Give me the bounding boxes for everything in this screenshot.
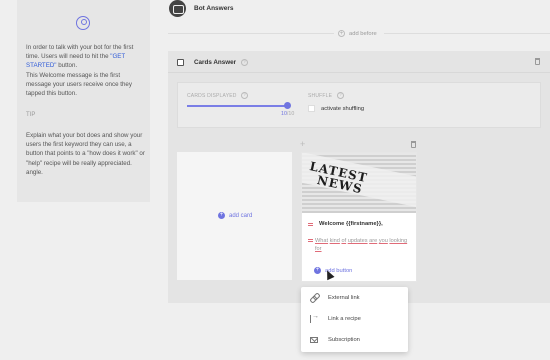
subtitle-word: you	[378, 238, 388, 244]
help-panel: In order to talk with your bot for the f…	[17, 0, 150, 202]
enter-arrow-icon	[310, 313, 319, 323]
add-before-label: add before	[349, 30, 377, 37]
cards-answer-header: Cards Answer ?	[168, 51, 550, 73]
bot-avatar-icon	[169, 0, 186, 17]
card-title-row[interactable]: Welcome {{firstname}},	[308, 221, 383, 227]
tip-label: TIP	[26, 112, 36, 118]
add-card-button[interactable]: + add card	[218, 212, 252, 219]
cards-displayed-max: /10	[286, 111, 295, 117]
intro-text: In order to talk with your bot for the f…	[26, 43, 146, 98]
menu-item-label: Subscription	[328, 336, 360, 343]
drag-handle-icon[interactable]	[308, 239, 313, 242]
intro-text-end: button.	[56, 62, 78, 70]
add-card-label: add card	[229, 212, 253, 219]
card-subtitle[interactable]: What kind of updates are you looking for	[315, 237, 410, 253]
card-item: LATEST NEWS Welcome {{firstname}}, What …	[301, 152, 417, 282]
cards-settings: CARDS DISPLAYED ? 10/10 SHUFFLE ? activa…	[177, 82, 541, 128]
cards-displayed-slider[interactable]	[187, 105, 288, 107]
add-card-before-icon[interactable]: +	[300, 139, 305, 149]
menu-item-external-link[interactable]: External link	[301, 287, 408, 308]
user-icon	[76, 16, 90, 30]
menu-item-link-recipe[interactable]: Link a recipe	[301, 308, 408, 329]
shuffle-label: SHUFFLE	[308, 93, 333, 99]
welcome-explanation: This Welcome message is the first messag…	[26, 71, 132, 98]
add-button-menu: External link Link a recipe Subscription	[301, 287, 408, 352]
shuffle-option-label: activate shuffling	[321, 106, 365, 112]
subtitle-word: updates	[347, 238, 368, 244]
menu-item-subscription[interactable]: Subscription	[301, 329, 408, 350]
select-block-checkbox[interactable]	[177, 59, 184, 66]
help-icon[interactable]: ?	[337, 92, 344, 99]
cards-displayed-value: 10/10	[281, 111, 294, 117]
help-icon[interactable]: ?	[241, 92, 248, 99]
subtitle-word: for	[315, 246, 322, 252]
cards-displayed-label: CARDS DISPLAYED	[187, 93, 237, 99]
subtitle-word: of	[341, 238, 347, 244]
card-title[interactable]: Welcome {{firstname}},	[319, 221, 383, 227]
page-title: Bot Answers	[194, 5, 234, 12]
delete-block-icon[interactable]	[535, 58, 540, 65]
add-button[interactable]: + add button	[314, 267, 352, 274]
menu-item-label: External link	[328, 294, 360, 301]
tip-text: Explain what your bot does and show your…	[26, 132, 145, 176]
plus-icon: +	[314, 267, 321, 274]
delete-card-icon[interactable]	[411, 141, 416, 148]
card-subtitle-row	[308, 237, 313, 242]
add-card-area[interactable]: + add card	[177, 152, 292, 280]
plus-icon: +	[218, 212, 225, 219]
link-icon	[310, 294, 318, 302]
divider	[168, 33, 334, 34]
mail-icon	[310, 337, 318, 343]
subtitle-word: kind	[329, 238, 340, 244]
divider	[384, 33, 550, 34]
shuffle-checkbox[interactable]	[308, 105, 315, 112]
menu-item-label: Link a recipe	[328, 315, 361, 322]
subtitle-word: looking	[389, 238, 408, 244]
subtitle-word: What	[315, 238, 329, 244]
cards-answer-title: Cards Answer	[194, 59, 237, 66]
plus-circle-icon: +	[338, 30, 345, 37]
card-image[interactable]: LATEST NEWS	[302, 153, 416, 213]
slider-thumb[interactable]	[284, 102, 291, 109]
help-icon[interactable]: ?	[241, 59, 248, 66]
drag-handle-icon[interactable]	[308, 223, 313, 226]
add-before-button[interactable]: + add before	[338, 30, 377, 37]
subtitle-word: are	[369, 238, 378, 244]
